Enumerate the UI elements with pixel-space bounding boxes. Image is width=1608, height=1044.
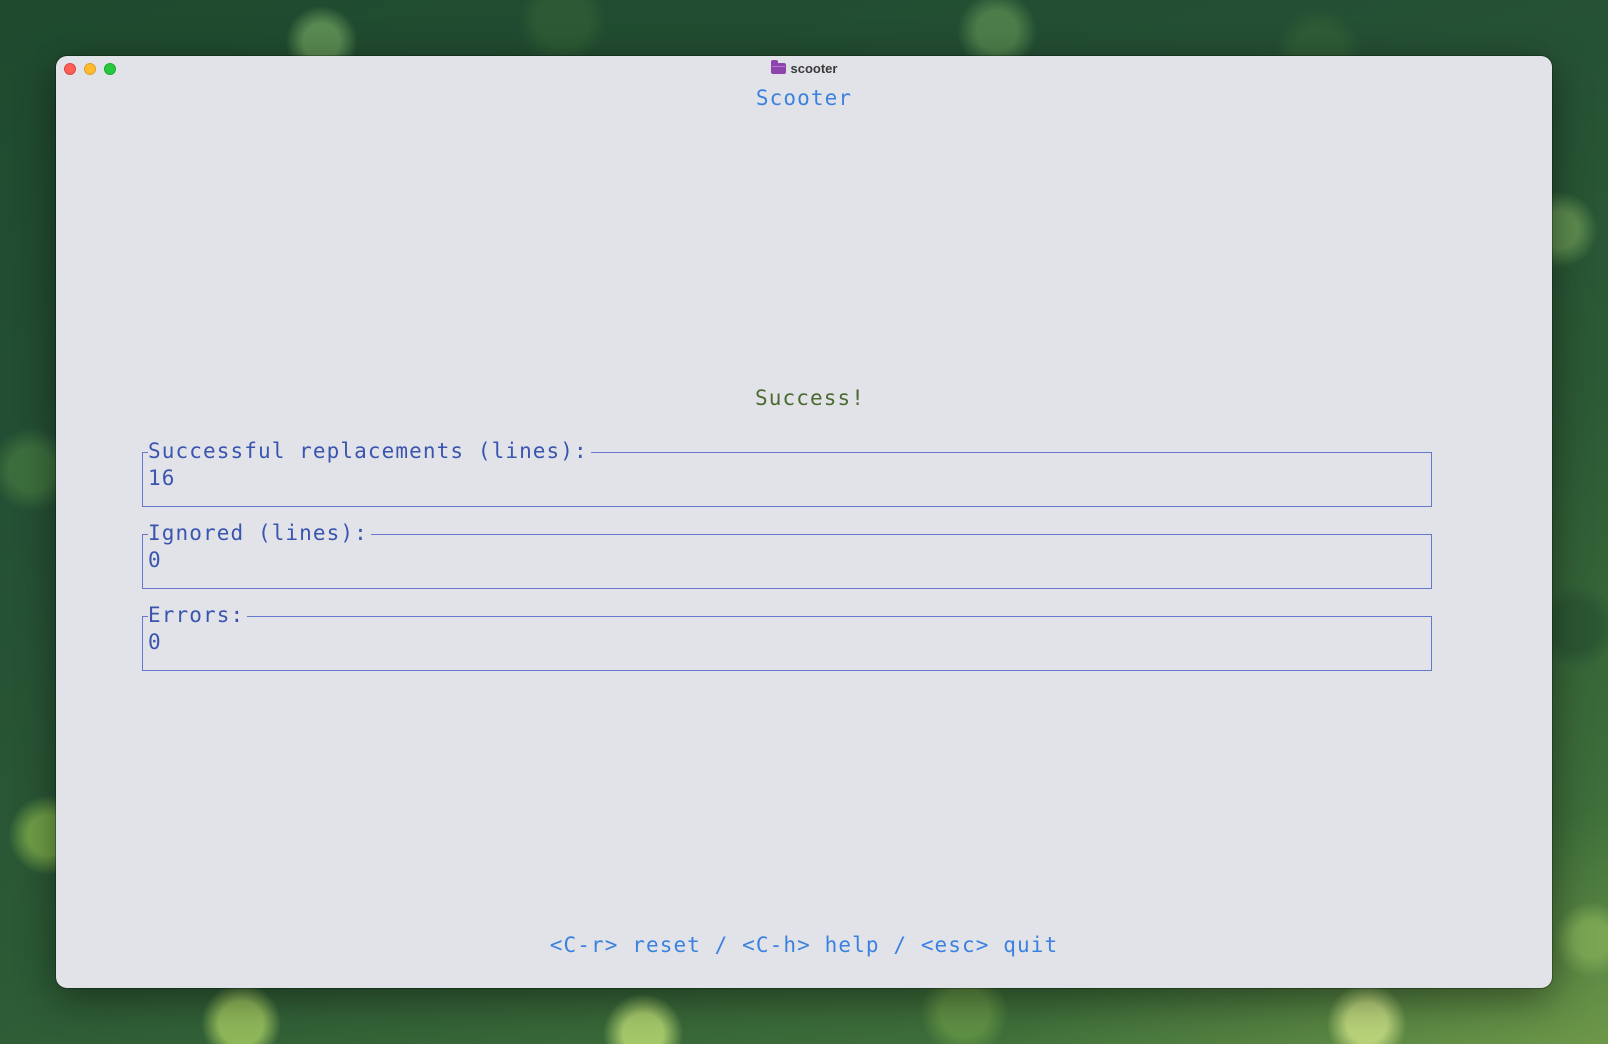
panel-value: 0 — [148, 630, 162, 654]
folder-icon — [770, 60, 786, 74]
panel-title: Errors: — [148, 604, 248, 626]
panel-value: 16 — [148, 466, 176, 490]
window-title-text: scooter — [790, 61, 838, 76]
panel-title: Successful replacements (lines): — [148, 440, 591, 462]
terminal-window: scooter Scooter Success! Successful repl… — [56, 56, 1552, 988]
keybindings-footer: <C-r> reset / <C-h> help / <esc> quit — [549, 933, 1059, 957]
app-title: Scooter — [755, 86, 853, 110]
errors-panel: Errors: 0 — [142, 604, 1432, 671]
ignored-panel: Ignored (lines): 0 — [142, 522, 1432, 589]
title-bar[interactable]: scooter — [56, 56, 1552, 84]
success-message: Success! — [755, 386, 865, 410]
panel-title: Ignored (lines): — [148, 522, 371, 544]
panel-value: 0 — [148, 548, 162, 572]
successful-replacements-panel: Successful replacements (lines): 16 — [142, 440, 1432, 507]
window-title: scooter — [56, 60, 1552, 76]
